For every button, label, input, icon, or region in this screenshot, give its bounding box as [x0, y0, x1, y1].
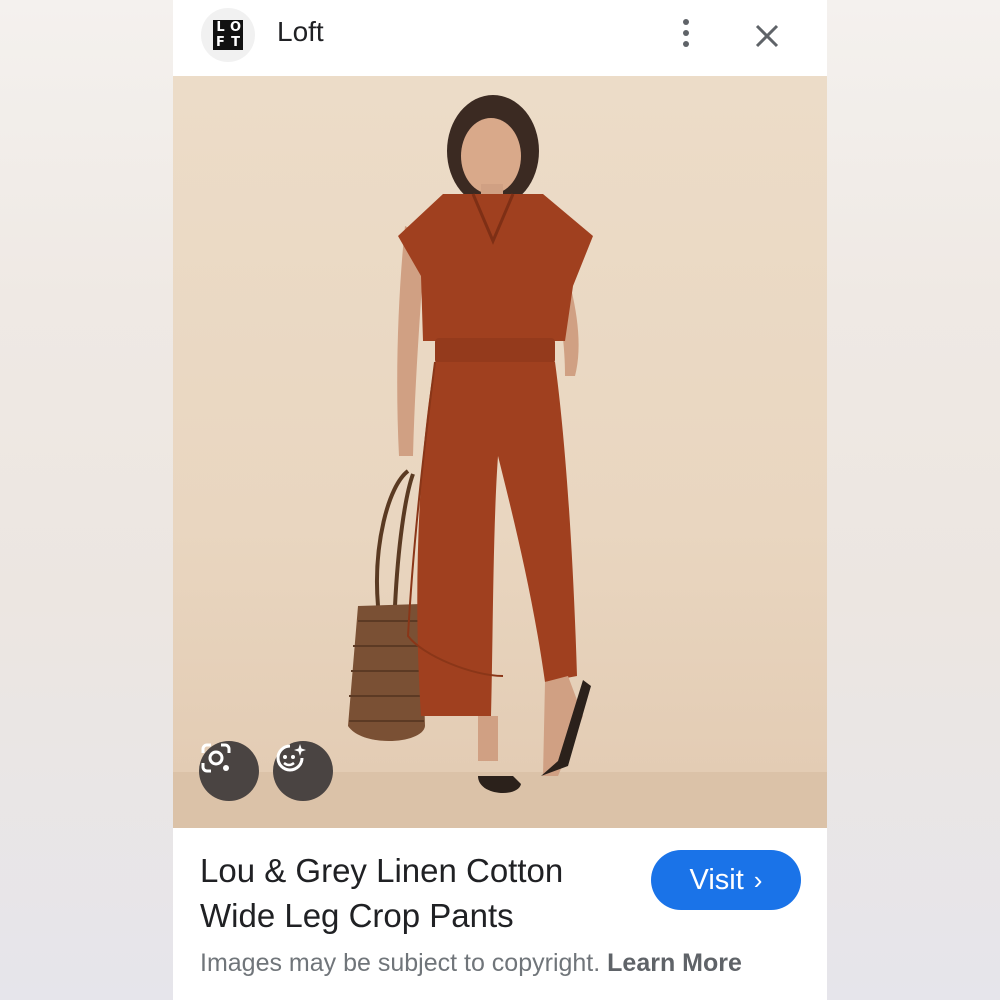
ai-sparkle-icon	[276, 744, 306, 772]
chevron-right-icon: ›	[753, 864, 763, 895]
product-title[interactable]: Lou & Grey Linen Cotton Wide Leg Crop Pa…	[200, 848, 630, 938]
visit-button[interactable]: Visit ›	[651, 850, 801, 910]
model-illustration	[348, 95, 593, 794]
google-lens-icon	[201, 743, 231, 773]
google-lens-button[interactable]	[199, 741, 259, 801]
more-vert-icon[interactable]	[671, 16, 701, 52]
site-name[interactable]: Loft	[277, 16, 324, 48]
ai-search-button[interactable]	[273, 741, 333, 801]
image-preview-card: L O F T Loft Lou & Grey Linen Cotton Wid…	[173, 0, 827, 1000]
card-header: L O F T Loft	[173, 0, 827, 76]
background-blur-left	[0, 0, 173, 1000]
learn-more-link[interactable]: Learn More	[607, 949, 742, 977]
copyright-notice: Images may be subject to copyright. Lear…	[200, 949, 820, 978]
visit-label: Visit	[689, 863, 744, 896]
loft-logo-icon: L O F T	[213, 20, 243, 50]
product-photo[interactable]	[173, 76, 827, 828]
close-icon[interactable]	[749, 18, 785, 54]
copyright-text: Images may be subject to copyright.	[200, 949, 601, 977]
site-logo[interactable]: L O F T	[201, 8, 255, 62]
background-blur-right	[827, 0, 1000, 1000]
